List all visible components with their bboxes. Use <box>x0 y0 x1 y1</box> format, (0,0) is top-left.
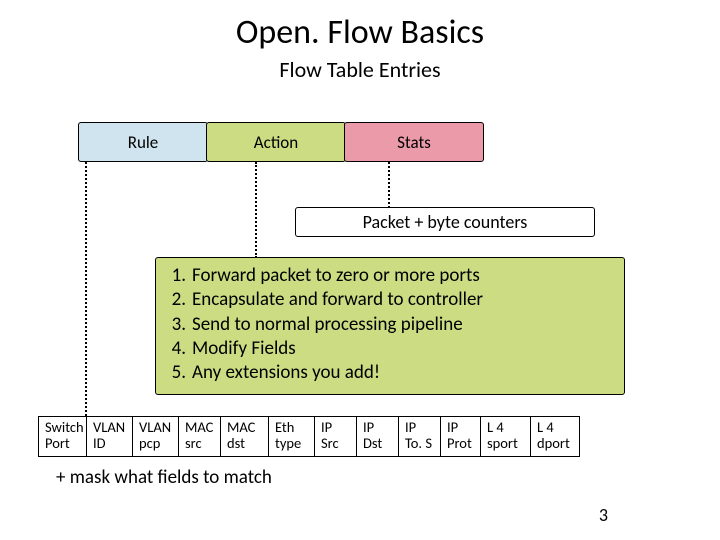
slide-title: Open. Flow Basics <box>0 12 720 53</box>
field-line2: sport <box>487 436 524 452</box>
field-line2: Port <box>45 436 80 452</box>
slide-subtitle: Flow Table Entries <box>0 56 720 83</box>
field-vlan-pcp: VLANpcp <box>132 416 178 457</box>
list-text: Forward packet to zero or more ports <box>192 264 480 288</box>
actions-item: 5.Any extensions you add! <box>166 361 614 385</box>
counters-box: Packet + byte counters <box>295 207 595 237</box>
slide: Open. Flow Basics Flow Table Entries Rul… <box>0 0 720 540</box>
mask-note: + mask what fields to match <box>56 466 272 489</box>
match-fields-row: SwitchPort VLANID VLANpcp MACsrc MACdst … <box>38 416 580 457</box>
field-line2: src <box>185 436 214 452</box>
connector-action-to-list <box>255 162 257 258</box>
actions-item: 4.Modify Fields <box>166 337 614 361</box>
field-vlan-id: VLANID <box>86 416 132 457</box>
field-line2: ID <box>93 436 126 452</box>
field-switch-port: SwitchPort <box>38 416 86 457</box>
field-l4-dport: L 4dport <box>530 416 580 457</box>
actions-list: 1.Forward packet to zero or more ports 2… <box>155 257 625 395</box>
field-line2: dst <box>227 436 262 452</box>
list-text: Send to normal processing pipeline <box>192 313 463 337</box>
list-text: Modify Fields <box>192 337 296 361</box>
list-text: Encapsulate and forward to controller <box>192 288 483 312</box>
field-line2: Dst <box>363 436 392 452</box>
list-number: 2. <box>166 288 192 312</box>
list-number: 5. <box>166 361 192 385</box>
field-l4-sport: L 4sport <box>480 416 530 457</box>
page-number: 3 <box>599 504 608 526</box>
actions-item: 3.Send to normal processing pipeline <box>166 313 614 337</box>
entry-triple: Rule Action Stats <box>78 122 484 162</box>
field-mac-dst: MACdst <box>220 416 268 457</box>
field-line2: type <box>275 436 308 452</box>
field-mac-src: MACsrc <box>178 416 220 457</box>
field-ip-src: IPSrc <box>314 416 356 457</box>
rule-box: Rule <box>78 122 208 162</box>
list-text: Any extensions you add! <box>192 361 380 385</box>
connector-stats-to-counters <box>388 162 390 208</box>
field-line2: Prot <box>447 436 474 452</box>
field-eth-type: Ethtype <box>268 416 314 457</box>
field-line2: Src <box>321 436 350 452</box>
field-ip-tos: IPTo. S <box>398 416 440 457</box>
list-number: 3. <box>166 313 192 337</box>
field-line2: To. S <box>405 436 434 452</box>
list-number: 4. <box>166 337 192 361</box>
actions-item: 1.Forward packet to zero or more ports <box>166 264 614 288</box>
field-line2: pcp <box>139 436 172 452</box>
actions-item: 2.Encapsulate and forward to controller <box>166 288 614 312</box>
list-number: 1. <box>166 264 192 288</box>
field-ip-dst: IPDst <box>356 416 398 457</box>
action-box: Action <box>206 122 346 162</box>
field-line2: dport <box>537 436 573 452</box>
connector-rule-to-fields <box>85 162 87 416</box>
stats-box: Stats <box>344 122 484 162</box>
field-ip-prot: IPProt <box>440 416 480 457</box>
